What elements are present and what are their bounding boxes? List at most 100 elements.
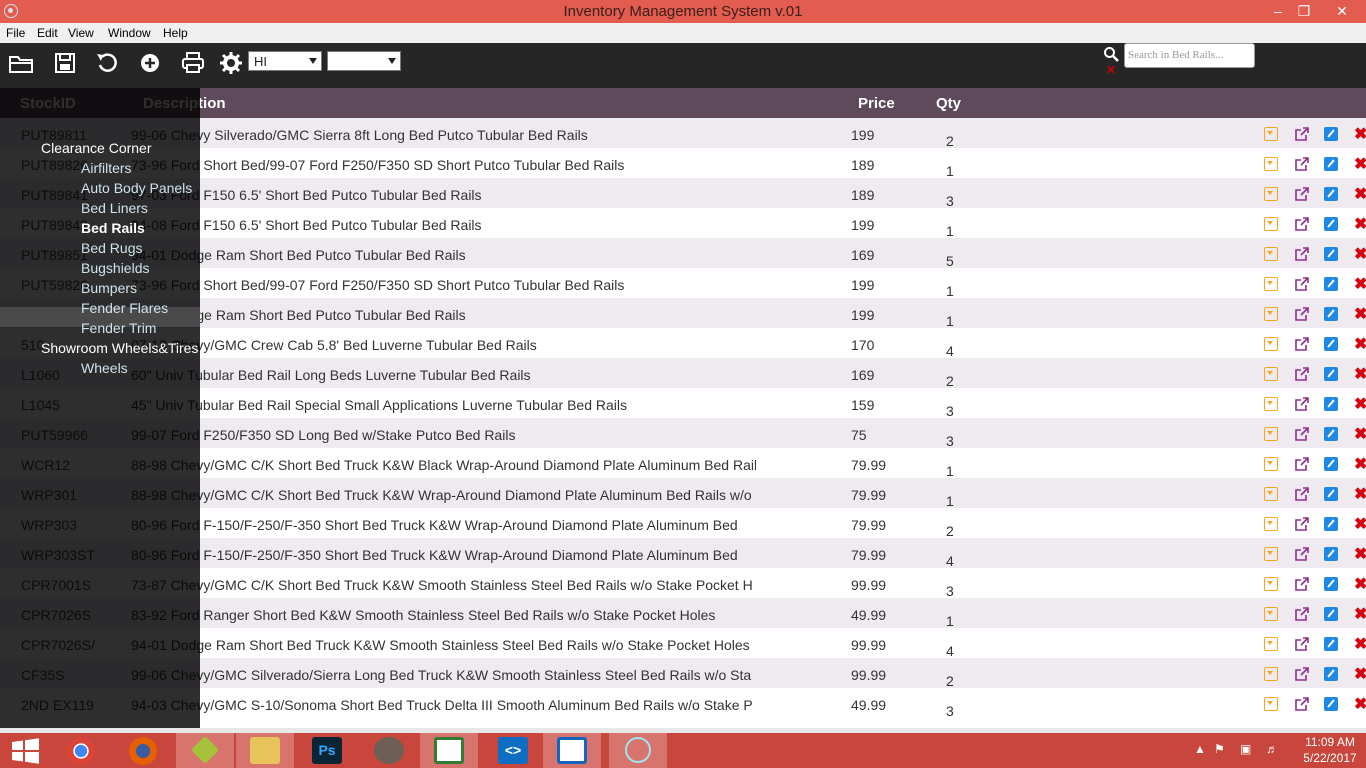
edit-icon[interactable] xyxy=(1324,397,1338,411)
firefox-icon[interactable] xyxy=(114,733,172,768)
table-row[interactable]: WRP303ST80-96 Ford F-150/F-250/F-350 Sho… xyxy=(0,538,1366,569)
delete-icon[interactable]: ✖ xyxy=(1354,334,1366,353)
delete-icon[interactable]: ✖ xyxy=(1354,244,1366,263)
expand-details-icon[interactable] xyxy=(1264,547,1278,561)
expand-details-icon[interactable] xyxy=(1264,607,1278,621)
edit-icon[interactable] xyxy=(1324,337,1338,351)
gimp-icon[interactable] xyxy=(360,733,418,768)
menu-bugshields[interactable]: Bugshields xyxy=(81,260,150,276)
edit-icon[interactable] xyxy=(1324,667,1338,681)
expand-details-icon[interactable] xyxy=(1264,697,1278,711)
menu-fender-flares[interactable]: Fender Flares xyxy=(81,300,168,316)
edit-icon[interactable] xyxy=(1324,217,1338,231)
table-row[interactable]: CPR7026S/94-01 Dodge Ram Short Bed Truck… xyxy=(0,628,1366,659)
tray-network-icon[interactable]: ▣ xyxy=(1240,742,1251,756)
menu-fender-trim[interactable]: Fender Trim xyxy=(81,320,156,336)
delete-icon[interactable]: ✖ xyxy=(1354,454,1366,473)
external-link-icon[interactable] xyxy=(1294,156,1310,172)
print-icon[interactable] xyxy=(179,49,207,77)
delete-icon[interactable]: ✖ xyxy=(1354,574,1366,593)
menu-window[interactable]: Window xyxy=(108,26,151,40)
menu-showroom-wheels-tires[interactable]: Showroom Wheels&Tires xyxy=(41,340,198,356)
edit-icon[interactable] xyxy=(1324,457,1338,471)
delete-icon[interactable]: ✖ xyxy=(1354,544,1366,563)
delete-icon[interactable]: ✖ xyxy=(1354,634,1366,653)
external-link-icon[interactable] xyxy=(1294,216,1310,232)
close-button[interactable]: ✕ xyxy=(1327,1,1357,21)
external-link-icon[interactable] xyxy=(1294,636,1310,652)
external-link-icon[interactable] xyxy=(1294,126,1310,142)
menu-bed-rails[interactable]: Bed Rails xyxy=(81,220,145,236)
table-row[interactable]: PUT8982673-96 Ford Short Bed/99-07 Ford … xyxy=(0,148,1366,179)
delete-icon[interactable]: ✖ xyxy=(1354,514,1366,533)
external-link-icon[interactable] xyxy=(1294,546,1310,562)
file-explorer-icon[interactable] xyxy=(236,733,294,768)
search-input[interactable]: Search in Bed Rails... xyxy=(1124,43,1255,68)
table-row[interactable]: L104545" Univ Tubular Bed Rail Special S… xyxy=(0,388,1366,419)
spreadsheet-icon[interactable] xyxy=(420,733,478,768)
edit-icon[interactable] xyxy=(1324,577,1338,591)
delete-icon[interactable]: ✖ xyxy=(1354,604,1366,623)
expand-details-icon[interactable] xyxy=(1264,487,1278,501)
table-row[interactable]: PUT8984204-08 Ford F150 6.5' Short Bed P… xyxy=(0,208,1366,239)
open-folder-icon[interactable] xyxy=(8,49,36,77)
expand-details-icon[interactable] xyxy=(1264,157,1278,171)
external-link-icon[interactable] xyxy=(1294,186,1310,202)
external-link-icon[interactable] xyxy=(1294,426,1310,442)
settings-gear-icon[interactable] xyxy=(217,49,245,77)
menu-clearance-corner[interactable]: Clearance Corner xyxy=(41,140,152,156)
expand-details-icon[interactable] xyxy=(1264,637,1278,651)
delete-icon[interactable]: ✖ xyxy=(1354,154,1366,173)
delete-icon[interactable]: ✖ xyxy=(1354,424,1366,443)
table-row[interactable]: L106060" Univ Tubular Bed Rail Long Beds… xyxy=(0,358,1366,389)
add-icon[interactable] xyxy=(136,49,164,77)
document-writer-icon[interactable] xyxy=(543,733,601,768)
delete-icon[interactable]: ✖ xyxy=(1354,124,1366,143)
edit-icon[interactable] xyxy=(1324,157,1338,171)
menu-bed-liners[interactable]: Bed Liners xyxy=(81,200,148,216)
delete-icon[interactable]: ✖ xyxy=(1354,394,1366,413)
expand-details-icon[interactable] xyxy=(1264,307,1278,321)
external-link-icon[interactable] xyxy=(1294,246,1310,262)
external-link-icon[interactable] xyxy=(1294,366,1310,382)
edit-icon[interactable] xyxy=(1324,607,1338,621)
delete-icon[interactable]: ✖ xyxy=(1354,184,1366,203)
table-row[interactable]: CPR7026S83-92 Ford Ranger Short Bed K&W … xyxy=(0,598,1366,629)
edit-icon[interactable] xyxy=(1324,187,1338,201)
menu-edit[interactable]: Edit xyxy=(37,26,58,40)
external-link-icon[interactable] xyxy=(1294,306,1310,322)
external-link-icon[interactable] xyxy=(1294,396,1310,412)
menu-airfilters[interactable]: Airfilters xyxy=(81,160,132,176)
expand-details-icon[interactable] xyxy=(1264,427,1278,441)
external-link-icon[interactable] xyxy=(1294,336,1310,352)
expand-details-icon[interactable] xyxy=(1264,277,1278,291)
table-row[interactable]: PUT5996699-07 Ford F250/F350 SD Long Bed… xyxy=(0,418,1366,449)
tray-flag-icon[interactable]: ⚑ xyxy=(1214,742,1225,756)
expand-details-icon[interactable] xyxy=(1264,217,1278,231)
edit-icon[interactable] xyxy=(1324,547,1338,561)
table-row[interactable]: CPR7001S73-87 Chevy/GMC C/K Short Bed Tr… xyxy=(0,568,1366,599)
delete-icon[interactable]: ✖ xyxy=(1354,364,1366,383)
table-row[interactable]: WRP30188-98 Chevy/GMC C/K Short Bed Truc… xyxy=(0,478,1366,509)
external-link-icon[interactable] xyxy=(1294,666,1310,682)
secondary-select[interactable] xyxy=(327,51,401,71)
clear-search-icon[interactable]: ✕ xyxy=(1106,63,1116,77)
table-row[interactable]: PUT8985202-08 Dodge Ram Short Bed Putco … xyxy=(0,298,1366,329)
minimize-button[interactable]: – xyxy=(1265,1,1291,21)
external-link-icon[interactable] xyxy=(1294,276,1310,292)
table-row[interactable]: PUT8981199-06 Chevy Silverado/GMC Sierra… xyxy=(0,118,1366,149)
external-link-icon[interactable] xyxy=(1294,456,1310,472)
delete-icon[interactable]: ✖ xyxy=(1354,274,1366,293)
expand-details-icon[interactable] xyxy=(1264,337,1278,351)
col-qty[interactable]: Qty xyxy=(936,95,961,112)
delete-icon[interactable]: ✖ xyxy=(1354,664,1366,683)
menu-bumpers[interactable]: Bumpers xyxy=(81,280,137,296)
visual-studio-code-icon[interactable]: <> xyxy=(484,733,542,768)
delete-icon[interactable]: ✖ xyxy=(1354,694,1366,713)
search-icon[interactable] xyxy=(1103,46,1119,62)
expand-details-icon[interactable] xyxy=(1264,127,1278,141)
delete-icon[interactable]: ✖ xyxy=(1354,484,1366,503)
menu-view[interactable]: View xyxy=(68,26,94,40)
menu-wheels[interactable]: Wheels xyxy=(81,360,128,376)
edit-icon[interactable] xyxy=(1324,307,1338,321)
